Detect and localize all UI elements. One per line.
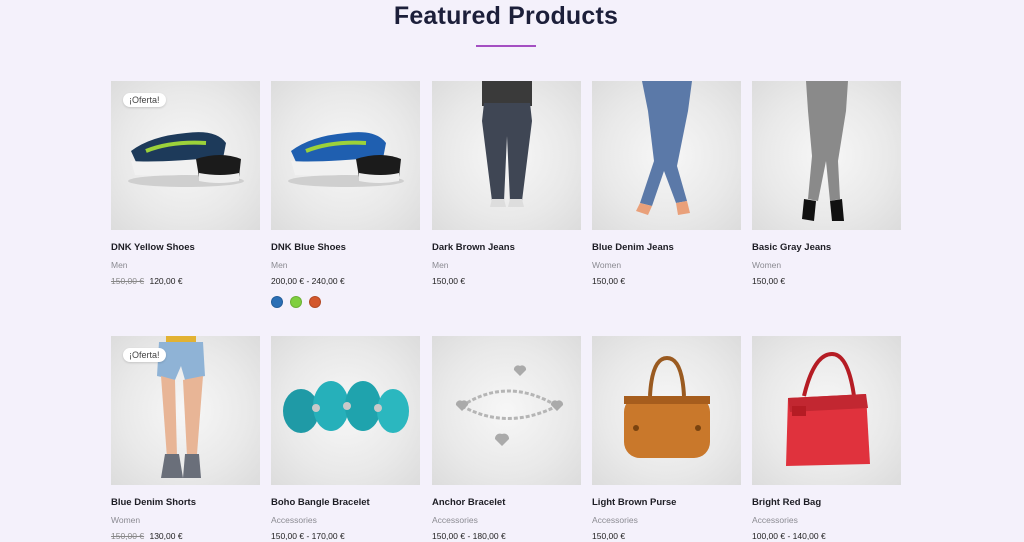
color-swatch-blue[interactable] <box>271 296 283 308</box>
product-price: 150,00 € <box>432 276 466 286</box>
product-card[interactable]: Anchor Bracelet Accessories 150,00 € - 1… <box>432 336 581 541</box>
product-name[interactable]: Blue Denim Shorts <box>111 497 260 508</box>
jeans-icon <box>636 81 692 215</box>
sale-badge: ¡Oferta! <box>123 348 166 362</box>
product-image[interactable] <box>592 336 741 485</box>
product-image[interactable] <box>752 81 901 230</box>
product-card[interactable]: ¡Oferta! Blue Denim Shorts Women 150,00 … <box>111 336 260 541</box>
color-swatches <box>271 296 420 308</box>
color-swatch-orange[interactable] <box>309 296 321 308</box>
product-category[interactable]: Men <box>432 260 581 270</box>
old-price: 150,00 € <box>111 531 145 541</box>
product-image[interactable] <box>432 336 581 485</box>
bag-icon <box>786 351 870 466</box>
product-category[interactable]: Accessories <box>271 515 420 525</box>
product-name[interactable]: Light Brown Purse <box>592 497 741 508</box>
product-category[interactable]: Accessories <box>432 515 581 525</box>
sale-price: 120,00 € <box>149 276 183 286</box>
product-image[interactable]: ¡Oferta! <box>111 336 260 485</box>
product-price: 150,00 € 130,00 € <box>111 531 260 541</box>
product-name[interactable]: Bright Red Bag <box>752 497 901 508</box>
charm-bracelet-icon <box>455 365 564 446</box>
product-category[interactable]: Women <box>592 260 741 270</box>
product-price: 200,00 € - 240,00 € <box>271 276 345 286</box>
sneakers-icon <box>288 132 404 187</box>
sale-price: 130,00 € <box>149 531 183 541</box>
product-image[interactable]: ¡Oferta! <box>111 81 260 230</box>
purse-icon <box>624 355 710 458</box>
product-price: 150,00 € <box>592 531 626 541</box>
product-category[interactable]: Men <box>111 260 260 270</box>
jeans-icon <box>482 81 532 207</box>
product-card[interactable]: Bright Red Bag Accessories 100,00 € - 14… <box>752 336 901 541</box>
product-image[interactable] <box>432 81 581 230</box>
product-card[interactable]: Dark Brown Jeans Men 150,00 € <box>432 81 581 286</box>
product-name[interactable]: Boho Bangle Bracelet <box>271 497 420 508</box>
product-card[interactable]: Light Brown Purse Accessories 150,00 € <box>592 336 741 541</box>
product-name[interactable]: Basic Gray Jeans <box>752 242 901 253</box>
old-price: 150,00 € <box>111 276 145 286</box>
product-name[interactable]: DNK Blue Shoes <box>271 242 420 253</box>
product-category[interactable]: Accessories <box>592 515 741 525</box>
product-price: 150,00 € - 170,00 € <box>271 531 345 541</box>
product-card[interactable]: Boho Bangle Bracelet Accessories 150,00 … <box>271 336 420 541</box>
jeans-icon <box>802 81 848 221</box>
product-price: 150,00 € <box>752 276 786 286</box>
bracelet-icon <box>283 381 409 433</box>
product-image[interactable] <box>271 81 420 230</box>
color-swatch-green[interactable] <box>290 296 302 308</box>
product-image[interactable] <box>592 81 741 230</box>
product-name[interactable]: Dark Brown Jeans <box>432 242 581 253</box>
product-price: 150,00 € - 180,00 € <box>432 531 506 541</box>
product-image[interactable] <box>271 336 420 485</box>
sale-badge: ¡Oferta! <box>123 93 166 107</box>
title-underline <box>476 45 536 47</box>
product-price: 100,00 € - 140,00 € <box>752 531 826 541</box>
product-card[interactable]: ¡Oferta! DNK Yellow Shoes Men 150,00 € 1… <box>111 81 260 286</box>
product-category[interactable]: Men <box>271 260 420 270</box>
product-name[interactable]: DNK Yellow Shoes <box>111 242 260 253</box>
product-category[interactable]: Women <box>752 260 901 270</box>
product-price: 150,00 € 120,00 € <box>111 276 260 286</box>
product-price: 150,00 € <box>592 276 626 286</box>
product-card[interactable]: Blue Denim Jeans Women 150,00 € <box>592 81 741 286</box>
product-category[interactable]: Women <box>111 515 260 525</box>
product-card[interactable]: Basic Gray Jeans Women 150,00 € <box>752 81 901 286</box>
page-title: Featured Products <box>393 2 619 30</box>
product-category[interactable]: Accessories <box>752 515 901 525</box>
product-name[interactable]: Anchor Bracelet <box>432 497 581 508</box>
product-name[interactable]: Blue Denim Jeans <box>592 242 741 253</box>
product-image[interactable] <box>752 336 901 485</box>
product-card[interactable]: DNK Blue Shoes Men 200,00 € - 240,00 € <box>271 81 420 308</box>
